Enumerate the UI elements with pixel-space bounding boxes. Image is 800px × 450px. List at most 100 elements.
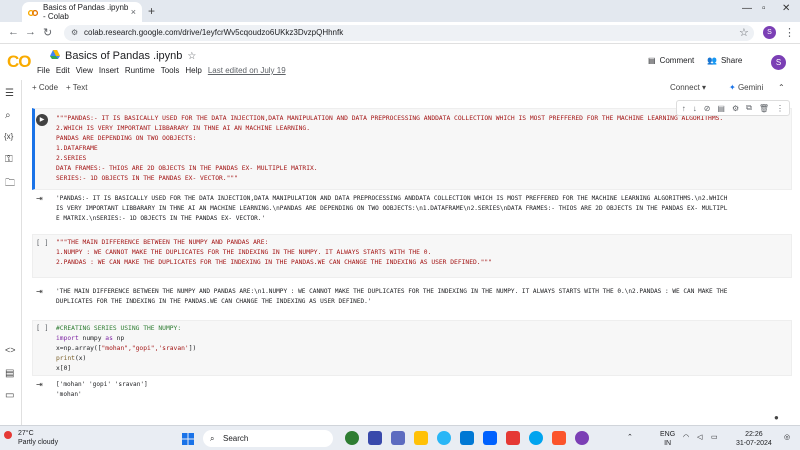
dropbox-icon[interactable] [483, 431, 497, 445]
search-icon[interactable]: ⌕ [5, 110, 11, 121]
cell-3-exec-prompt[interactable]: [ ] [36, 324, 49, 332]
scroll-indicator-icon[interactable]: ● [774, 413, 779, 422]
toc-icon[interactable]: ☰ [5, 88, 14, 99]
brave-icon[interactable] [552, 431, 566, 445]
menu-file[interactable]: File [37, 66, 50, 75]
weather-widget[interactable]: 27°C Partly cloudy [18, 429, 58, 447]
colab-favicon [27, 9, 39, 17]
new-tab-button[interactable]: + [148, 4, 155, 18]
run-cell-button[interactable]: ▶ [36, 114, 48, 126]
tab-close-icon[interactable]: × [131, 7, 136, 17]
delete-icon[interactable]: 🗑 [759, 104, 769, 113]
menu-insert[interactable]: Insert [99, 66, 119, 75]
horizontal-scrollbar[interactable]: ● [22, 413, 800, 425]
code-snippets-icon[interactable]: <> [5, 345, 16, 355]
menu-runtime[interactable]: Runtime [125, 66, 155, 75]
file-explorer-icon[interactable] [414, 431, 428, 445]
colab-logo[interactable]: CO [7, 52, 31, 72]
windows-taskbar: 27°C Partly cloudy ⌕ Search ⌃ ENG IN ◠ ◁… [0, 425, 800, 450]
teams-icon[interactable] [391, 431, 405, 445]
volume-icon[interactable]: ◁ [697, 433, 702, 442]
chrome-profile-icon[interactable] [575, 431, 589, 445]
battery-icon[interactable]: ▭ [711, 433, 718, 442]
output-toggle-icon[interactable]: ⇥ [36, 194, 43, 203]
notebook-content: ▶ """PANDAS:- IT IS BASICALLY USED FOR T… [22, 98, 800, 413]
site-info-icon[interactable]: ⚙ [71, 25, 78, 41]
outlook-icon[interactable] [460, 431, 474, 445]
notification-icon[interactable]: ◎ [784, 433, 790, 442]
address-bar[interactable]: ⚙ colab.research.google.com/drive/1eyfcr… [64, 25, 754, 41]
browser-tab-bar: Basics of Pandas .ipynb - Colab × + — ▫ … [0, 0, 800, 22]
code-comment: #CREATING SERIES USING THE NUMPY: [56, 325, 182, 332]
bookmark-star-icon[interactable]: ☆ [739, 26, 749, 39]
forward-icon[interactable]: → [25, 26, 36, 38]
wifi-icon[interactable]: ◠ [683, 433, 689, 442]
cell-2-code[interactable]: """THE MAIN DIFFERENCE BETWEEN THE NUMPY… [56, 238, 492, 268]
comment-button[interactable]: ▤ Comment [648, 56, 694, 65]
files-folder-icon[interactable]: 🗀 [5, 176, 15, 193]
gemini-button[interactable]: ✦ Gemini [729, 83, 763, 92]
terminal-icon[interactable]: ▭ [5, 390, 14, 401]
tab-title: Basics of Pandas .ipynb - Colab [43, 3, 129, 21]
notebook-toolbar: + Code + Text Connect ▾ ✦ Gemini ⌃ [26, 80, 800, 98]
search-icon: ⌕ [210, 434, 215, 443]
output-toggle-icon[interactable]: ⇥ [36, 380, 43, 389]
close-window-icon[interactable]: ✕ [782, 3, 790, 14]
notebook-title-area: Basics of Pandas .ipynb ☆ [50, 50, 196, 62]
windows-start-icon[interactable] [182, 432, 196, 446]
maximize-icon[interactable]: ▫ [762, 3, 766, 14]
tray-expand-icon[interactable]: ⌃ [627, 433, 633, 442]
comment-icon: ▤ [648, 56, 656, 65]
browser-menu-icon[interactable]: ⋮ [784, 26, 795, 39]
add-code-button[interactable]: + Code [32, 83, 58, 92]
minimize-icon[interactable]: — [742, 3, 752, 14]
browser-tab[interactable]: Basics of Pandas .ipynb - Colab × [22, 2, 142, 22]
settings-gear-icon[interactable]: ⚙ [732, 104, 739, 113]
weather-alert-icon [4, 431, 12, 439]
connect-button[interactable]: Connect ▾ [670, 83, 706, 92]
chrome-icon[interactable] [345, 431, 359, 445]
cell-3-code[interactable]: #CREATING SERIES USING THE NUMPY: import… [56, 324, 196, 374]
add-text-button[interactable]: + Text [66, 83, 87, 92]
menu-help[interactable]: Help [185, 66, 201, 75]
language-indicator[interactable]: ENG IN [660, 430, 675, 448]
menu-bar: File Edit View Insert Runtime Tools Help… [37, 66, 286, 75]
move-down-icon[interactable]: ↓ [693, 104, 697, 113]
command-palette-icon[interactable]: ▤ [5, 368, 14, 379]
star-icon[interactable]: ☆ [187, 51, 196, 62]
back-icon[interactable]: ← [8, 26, 19, 38]
user-avatar[interactable]: S [771, 55, 786, 70]
cell-2-output: 'THE MAIN DIFFERENCE BETWEEN THE NUMPY A… [56, 288, 728, 305]
link-icon[interactable]: ⊘ [704, 104, 711, 113]
variables-icon[interactable]: {x} [4, 132, 13, 141]
app-badge-icon[interactable] [529, 431, 543, 445]
drive-icon [50, 50, 60, 62]
app-red-icon[interactable] [506, 431, 520, 445]
menu-edit[interactable]: Edit [56, 66, 70, 75]
cell-3-output: ['mohan' 'gopi' 'sravan'] 'mohan' [56, 381, 148, 398]
app-icon[interactable] [368, 431, 382, 445]
menu-view[interactable]: View [76, 66, 93, 75]
share-button[interactable]: 👥 Share [707, 56, 742, 65]
cell-1-code[interactable]: """PANDAS:- IT IS BASICALLY USED FOR THE… [56, 114, 723, 184]
notebook-title[interactable]: Basics of Pandas .ipynb [65, 50, 182, 62]
edge-icon[interactable] [437, 431, 451, 445]
taskbar-search[interactable]: ⌕ Search [203, 430, 333, 447]
menu-tools[interactable]: Tools [161, 66, 180, 75]
reload-icon[interactable]: ↻ [43, 26, 52, 39]
secrets-key-icon[interactable]: ⚿ [5, 154, 13, 165]
output-toggle-icon[interactable]: ⇥ [36, 287, 43, 296]
last-edited-link[interactable]: Last edited on July 19 [208, 66, 286, 75]
browser-profile-avatar[interactable]: S [763, 26, 776, 39]
share-people-icon: 👥 [707, 56, 717, 65]
toolbar-collapse-icon[interactable]: ⌃ [778, 83, 785, 92]
move-up-icon[interactable]: ↑ [682, 104, 686, 113]
clock[interactable]: 22:26 31-07-2024 [736, 430, 772, 448]
colab-header: CO Basics of Pandas .ipynb ☆ File Edit V… [0, 44, 800, 80]
url-text: colab.research.google.com/drive/1eyfcrWv… [84, 28, 344, 37]
cell-2-exec-prompt[interactable]: [ ] [36, 239, 49, 247]
more-options-icon[interactable]: ⋮ [776, 104, 784, 113]
mirror-cell-icon[interactable]: ⧉ [746, 103, 752, 113]
comment-cell-icon[interactable]: ▤ [717, 104, 725, 113]
gemini-sparkle-icon: ✦ [729, 83, 736, 92]
